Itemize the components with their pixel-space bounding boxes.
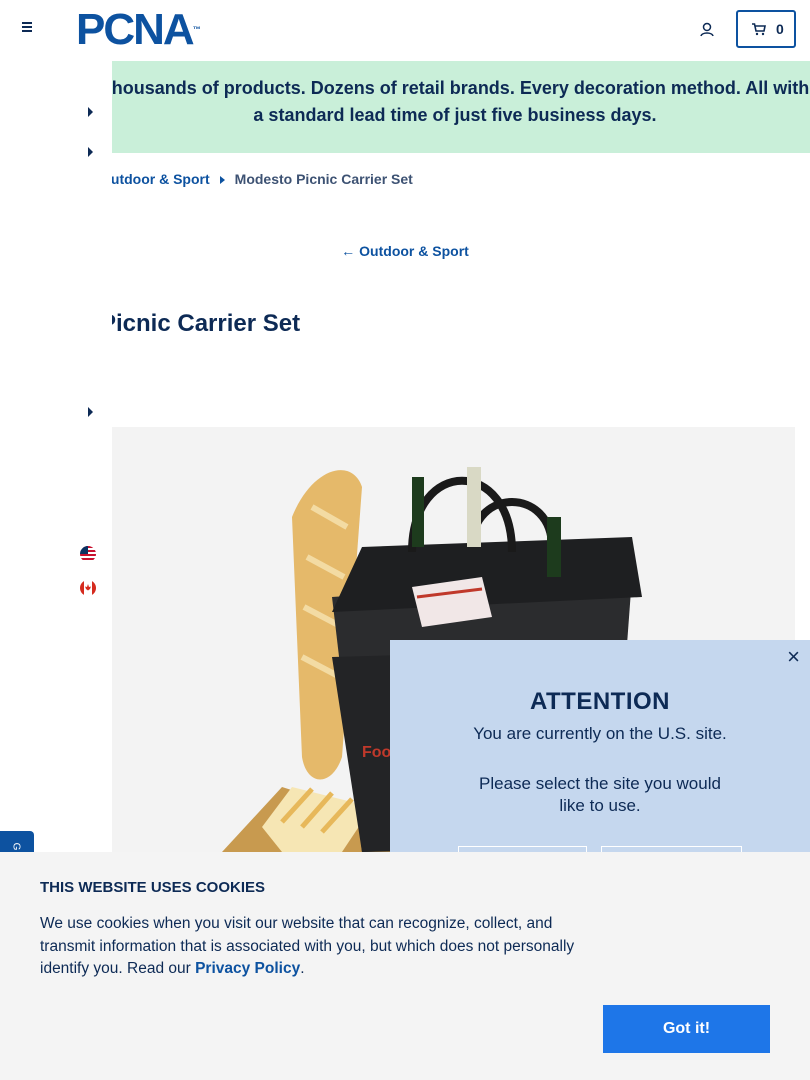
privacy-policy-link[interactable]: Privacy Policy bbox=[195, 960, 300, 977]
product-title: Picnic Carrier Set bbox=[100, 310, 301, 337]
close-icon[interactable]: × bbox=[787, 646, 800, 668]
accept-cookies-button[interactable]: Got it! bbox=[603, 1005, 770, 1053]
cookie-banner: THIS WEBSITE USES COOKIES We use cookies… bbox=[0, 852, 810, 1080]
promo-banner-text: Thousands of products. Dozens of retail … bbox=[100, 78, 810, 125]
side-tab-label: G bbox=[10, 842, 22, 851]
breadcrumb-separator-icon bbox=[219, 176, 225, 185]
pcna-logo[interactable]: PCNA™ bbox=[76, 8, 201, 52]
cookie-text: We use cookies when you visit our websit… bbox=[40, 913, 610, 981]
back-link-label: Outdoor & Sport bbox=[359, 243, 469, 259]
modal-select-site-text: Please select the site you would like to… bbox=[479, 774, 721, 815]
breadcrumb-parent-link[interactable]: Outdoor & Sport bbox=[100, 171, 210, 187]
cart-count: 0 bbox=[776, 21, 784, 37]
cookie-text-body: We use cookies when you visit our websit… bbox=[40, 915, 575, 977]
promo-banner: Thousands of products. Dozens of retail … bbox=[100, 61, 810, 153]
breadcrumb-current: Modesto Picnic Carrier Set bbox=[234, 171, 413, 187]
back-to-category-link[interactable]: ← Outdoor & Sport bbox=[0, 243, 810, 259]
svg-text:Foo: Foo bbox=[362, 744, 392, 761]
cart-button[interactable]: 0 bbox=[736, 10, 796, 48]
drawer-expand-icon[interactable] bbox=[88, 107, 93, 117]
canada-flag-icon[interactable] bbox=[80, 580, 96, 596]
breadcrumb: Outdoor & Sport Modesto Picnic Carrier Se… bbox=[100, 171, 413, 187]
cart-icon bbox=[752, 23, 766, 36]
menu-icon[interactable] bbox=[18, 20, 38, 40]
logo-trademark: ™ bbox=[192, 25, 201, 34]
drawer-expand-icon[interactable] bbox=[88, 147, 93, 157]
drawer-expand-icon[interactable] bbox=[88, 407, 93, 417]
cookie-text-end: . bbox=[300, 960, 305, 977]
logo-text: PCNA bbox=[76, 5, 195, 54]
cookie-heading: THIS WEBSITE USES COOKIES bbox=[40, 879, 266, 896]
us-flag-icon[interactable] bbox=[80, 546, 96, 562]
modal-heading: ATTENTION bbox=[529, 688, 671, 715]
site-header: PCNA™ 0 bbox=[0, 0, 810, 61]
site-selection-modal: × ATTENTION You are currently on the U.S… bbox=[390, 640, 810, 855]
account-icon[interactable] bbox=[698, 21, 716, 39]
arrow-left-icon: ← bbox=[341, 243, 356, 259]
modal-current-site-text: You are currently on the U.S. site. bbox=[473, 724, 727, 743]
nav-drawer bbox=[0, 61, 112, 852]
